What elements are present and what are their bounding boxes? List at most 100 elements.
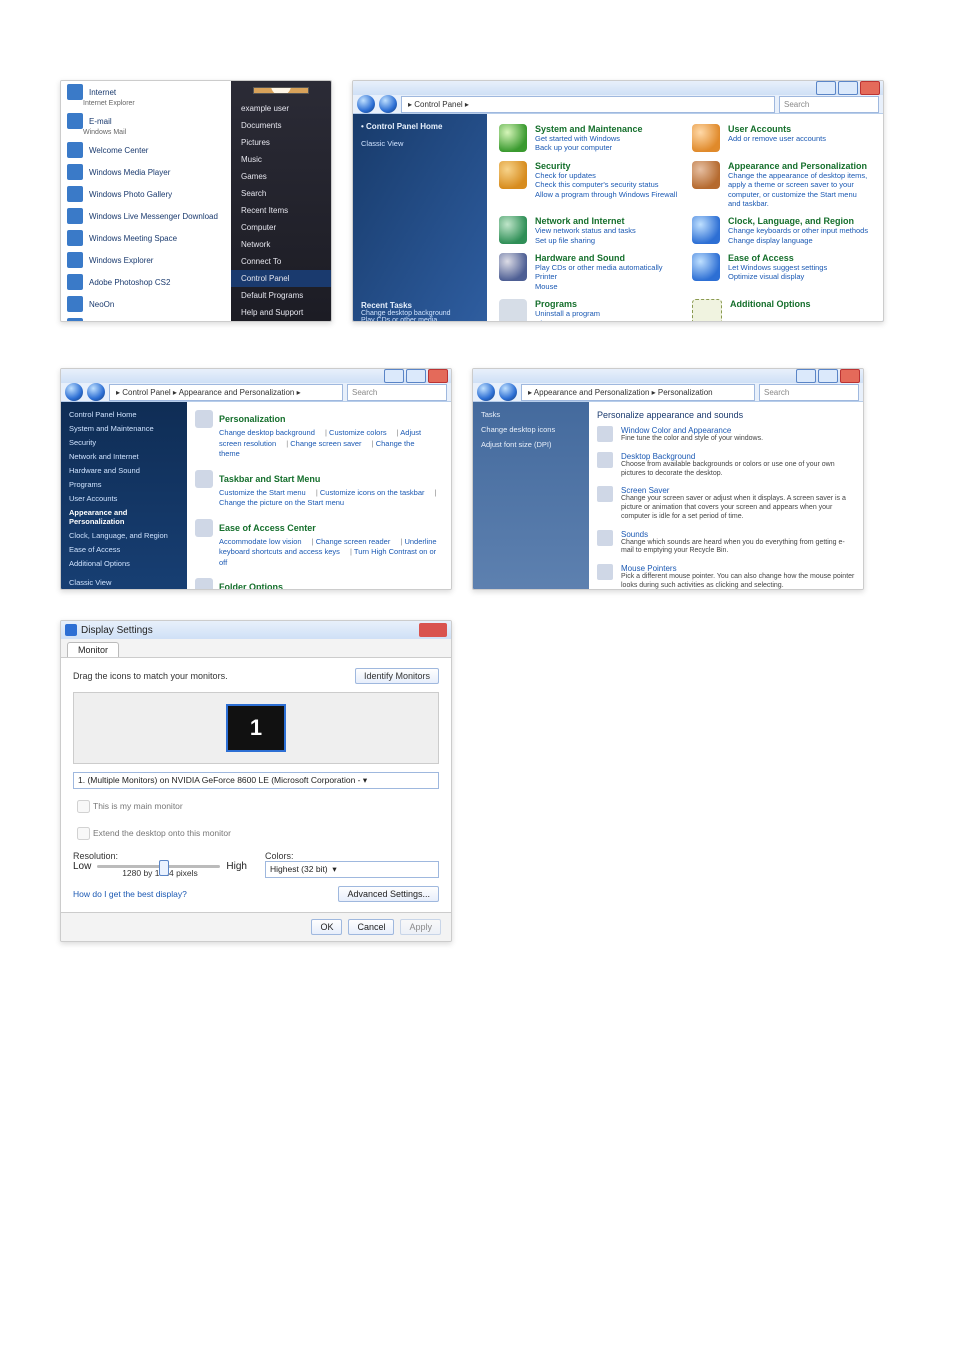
back-button[interactable] [477, 383, 495, 401]
start-right-item[interactable]: Documents [231, 117, 331, 134]
group-heading[interactable]: Personalization [195, 410, 443, 428]
sidebar-item[interactable]: Network and Internet [69, 452, 179, 461]
sidebar-item[interactable]: Classic View [69, 578, 179, 587]
cp-category-title[interactable]: Ease of Access [728, 253, 827, 263]
sidebar-item[interactable]: Tasks [481, 410, 581, 419]
search-input[interactable]: Search [347, 384, 447, 401]
item-heading[interactable]: Desktop Background [621, 452, 855, 461]
cp-category-link[interactable]: Printer [535, 272, 663, 281]
cp-category-title[interactable]: Network and Internet [535, 216, 636, 226]
cp-category-link[interactable]: View network status and tasks [535, 226, 636, 235]
breadcrumb[interactable]: ▸ Control Panel ▸ Appearance and Persona… [109, 384, 343, 401]
cp-category-link[interactable]: Allow a program through Windows Firewall [535, 190, 677, 199]
cp-category[interactable]: Additional Options [692, 299, 871, 322]
sidebar-item[interactable]: Change desktop icons [481, 425, 581, 434]
cp-category-link[interactable]: Change keyboards or other input methods [728, 226, 868, 235]
cp-category-link[interactable]: Play CDs or other media automatically [535, 263, 663, 272]
forward-button[interactable] [379, 95, 397, 113]
close-button[interactable] [840, 369, 860, 383]
maximize-button[interactable] [838, 81, 858, 95]
minimize-button[interactable] [816, 81, 836, 95]
group-link[interactable]: Accommodate low vision [219, 537, 302, 546]
start-item[interactable]: NeoOn [61, 293, 231, 315]
start-right-item[interactable]: Games [231, 168, 331, 185]
group-heading[interactable]: Ease of Access Center [195, 519, 443, 537]
group-link[interactable]: Change desktop background [219, 428, 315, 437]
sidebar-item[interactable]: Additional Options [69, 559, 179, 568]
item-heading[interactable]: Mouse Pointers [621, 564, 855, 573]
cp-category-link[interactable]: Change startup programs [535, 319, 620, 323]
cp-category-title[interactable]: System and Maintenance [535, 124, 643, 134]
minimize-button[interactable] [384, 369, 404, 383]
sidebar-home[interactable]: • Control Panel Home [361, 122, 479, 131]
identify-monitors-button[interactable]: Identify Monitors [355, 668, 439, 684]
cp-category[interactable]: Clock, Language, and RegionChange keyboa… [692, 216, 871, 245]
cp-category-title[interactable]: Hardware and Sound [535, 253, 663, 263]
cp-category-title[interactable]: Appearance and Personalization [728, 161, 871, 171]
sidebar-item[interactable]: Ease of Access [69, 545, 179, 554]
start-item[interactable]: Windows Meeting Space [61, 227, 231, 249]
personalization-item[interactable]: Mouse PointersPick a different mouse poi… [597, 564, 855, 590]
start-right-item[interactable]: Default Programs [231, 287, 331, 304]
cp-category-link[interactable]: Check for updates [535, 171, 677, 180]
start-right-item[interactable]: Search [231, 185, 331, 202]
cp-category-link[interactable]: Mouse [535, 282, 663, 291]
cp-category-link[interactable]: Uninstall a program [535, 309, 620, 318]
sidebar-item[interactable]: Control Panel Home [69, 410, 179, 419]
personalization-item[interactable]: Desktop BackgroundChoose from available … [597, 452, 855, 479]
cp-category[interactable]: Hardware and SoundPlay CDs or other medi… [499, 253, 678, 291]
forward-button[interactable] [499, 383, 517, 401]
search-input[interactable]: Search [759, 384, 859, 401]
group-link[interactable]: Customize the Start menu [219, 488, 306, 497]
group-link[interactable]: Change screen reader [316, 537, 391, 546]
cp-category-link[interactable]: Add or remove user accounts [728, 134, 826, 143]
back-button[interactable] [65, 383, 83, 401]
monitor-arrangement[interactable]: 1 [73, 692, 439, 764]
cancel-button[interactable]: Cancel [348, 919, 394, 935]
cp-category[interactable]: Ease of AccessLet Windows suggest settin… [692, 253, 871, 291]
cp-category-title[interactable]: User Accounts [728, 124, 826, 134]
cp-category-link[interactable]: Change display language [728, 236, 868, 245]
start-item[interactable]: Windows Explorer [61, 249, 231, 271]
back-button[interactable] [357, 95, 375, 113]
recent-task-link[interactable]: Change desktop background [361, 310, 479, 317]
cp-category-title[interactable]: Programs [535, 299, 620, 309]
sidebar-item[interactable]: Appearance and Personalization [69, 508, 179, 526]
cp-category-link[interactable]: Check this computer's security status [535, 180, 677, 189]
cp-category-link[interactable]: Back up your computer [535, 143, 643, 152]
close-button[interactable] [860, 81, 880, 95]
tab-monitor[interactable]: Monitor [67, 642, 119, 657]
display-device-dropdown[interactable]: 1. (Multiple Monitors) on NVIDIA GeForce… [73, 772, 439, 789]
start-item[interactable]: Windows Media Player [61, 161, 231, 183]
cp-category[interactable]: Appearance and PersonalizationChange the… [692, 161, 871, 209]
start-right-item[interactable]: Help and Support [231, 304, 331, 321]
sidebar-item[interactable]: Hardware and Sound [69, 466, 179, 475]
breadcrumb[interactable]: ▸ Control Panel ▸ [401, 96, 775, 113]
cp-category[interactable]: ProgramsUninstall a programChange startu… [499, 299, 678, 322]
advanced-settings-button[interactable]: Advanced Settings... [338, 886, 439, 902]
monitor-1[interactable]: 1 [226, 704, 286, 752]
cp-category-link[interactable]: Let Windows suggest settings [728, 263, 827, 272]
close-button[interactable] [419, 623, 447, 637]
sidebar-item[interactable]: System and Maintenance [69, 424, 179, 433]
help-link[interactable]: How do I get the best display? [73, 889, 187, 899]
group-link[interactable]: Customize colors [329, 428, 387, 437]
start-right-item[interactable]: Music [231, 151, 331, 168]
cp-category-link[interactable]: Optimize visual display [728, 272, 827, 281]
cp-category[interactable]: User AccountsAdd or remove user accounts [692, 124, 871, 153]
start-right-item[interactable]: Pictures [231, 134, 331, 151]
cp-category-title[interactable]: Security [535, 161, 677, 171]
start-item[interactable]: Windows Live Messenger Download [61, 205, 231, 227]
start-item[interactable]: Command Prompt [61, 315, 231, 322]
personalization-item[interactable]: Window Color and AppearanceFine tune the… [597, 426, 855, 444]
group-link[interactable]: Change the picture on the Start menu [219, 498, 344, 507]
cp-category-link[interactable]: Set up file sharing [535, 236, 636, 245]
item-heading[interactable]: Screen Saver [621, 486, 855, 495]
close-button[interactable] [428, 369, 448, 383]
cp-category[interactable]: System and MaintenanceGet started with W… [499, 124, 678, 153]
group-heading[interactable]: Folder Options [195, 578, 443, 590]
sidebar-item[interactable]: Security [69, 438, 179, 447]
minimize-button[interactable] [796, 369, 816, 383]
forward-button[interactable] [87, 383, 105, 401]
cp-category-link[interactable]: Change the appearance of desktop items, … [728, 171, 871, 209]
